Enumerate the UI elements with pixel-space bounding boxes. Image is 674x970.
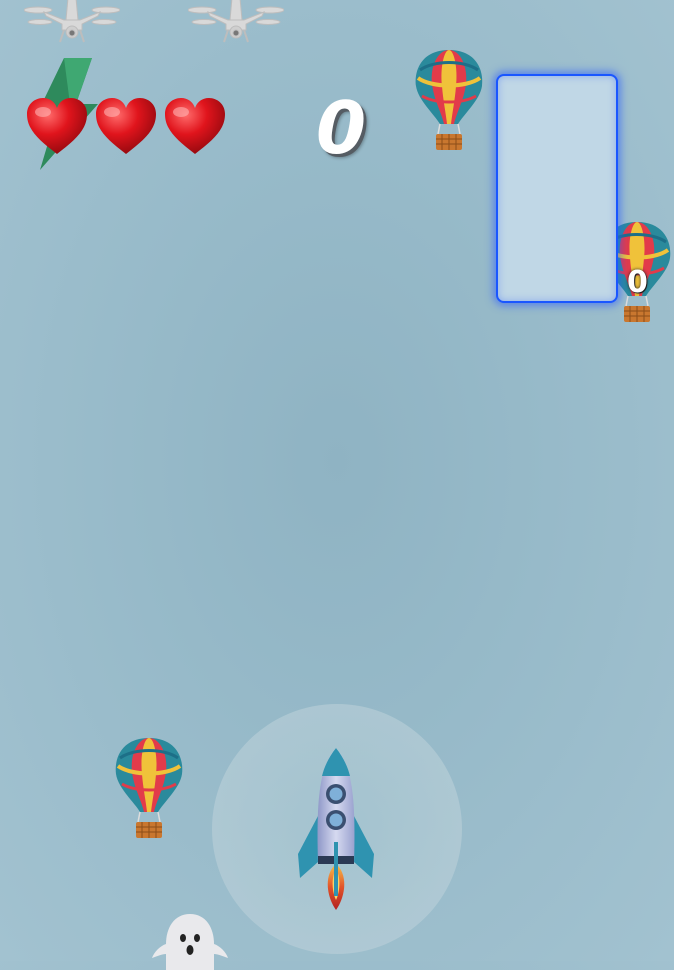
heart-icon	[94, 96, 158, 156]
drone-icon	[188, 0, 284, 48]
heart-icon	[25, 96, 89, 156]
powerup-panel[interactable]	[496, 74, 618, 303]
drone-icon	[24, 0, 120, 48]
ghost-icon	[152, 914, 228, 970]
hot-air-balloon-icon	[112, 736, 186, 840]
rocket-icon[interactable]	[294, 746, 378, 912]
side-counter: 0	[627, 265, 648, 300]
heart-icon	[163, 96, 227, 156]
score-display: 0	[316, 86, 367, 170]
hot-air-balloon-icon	[412, 48, 486, 152]
